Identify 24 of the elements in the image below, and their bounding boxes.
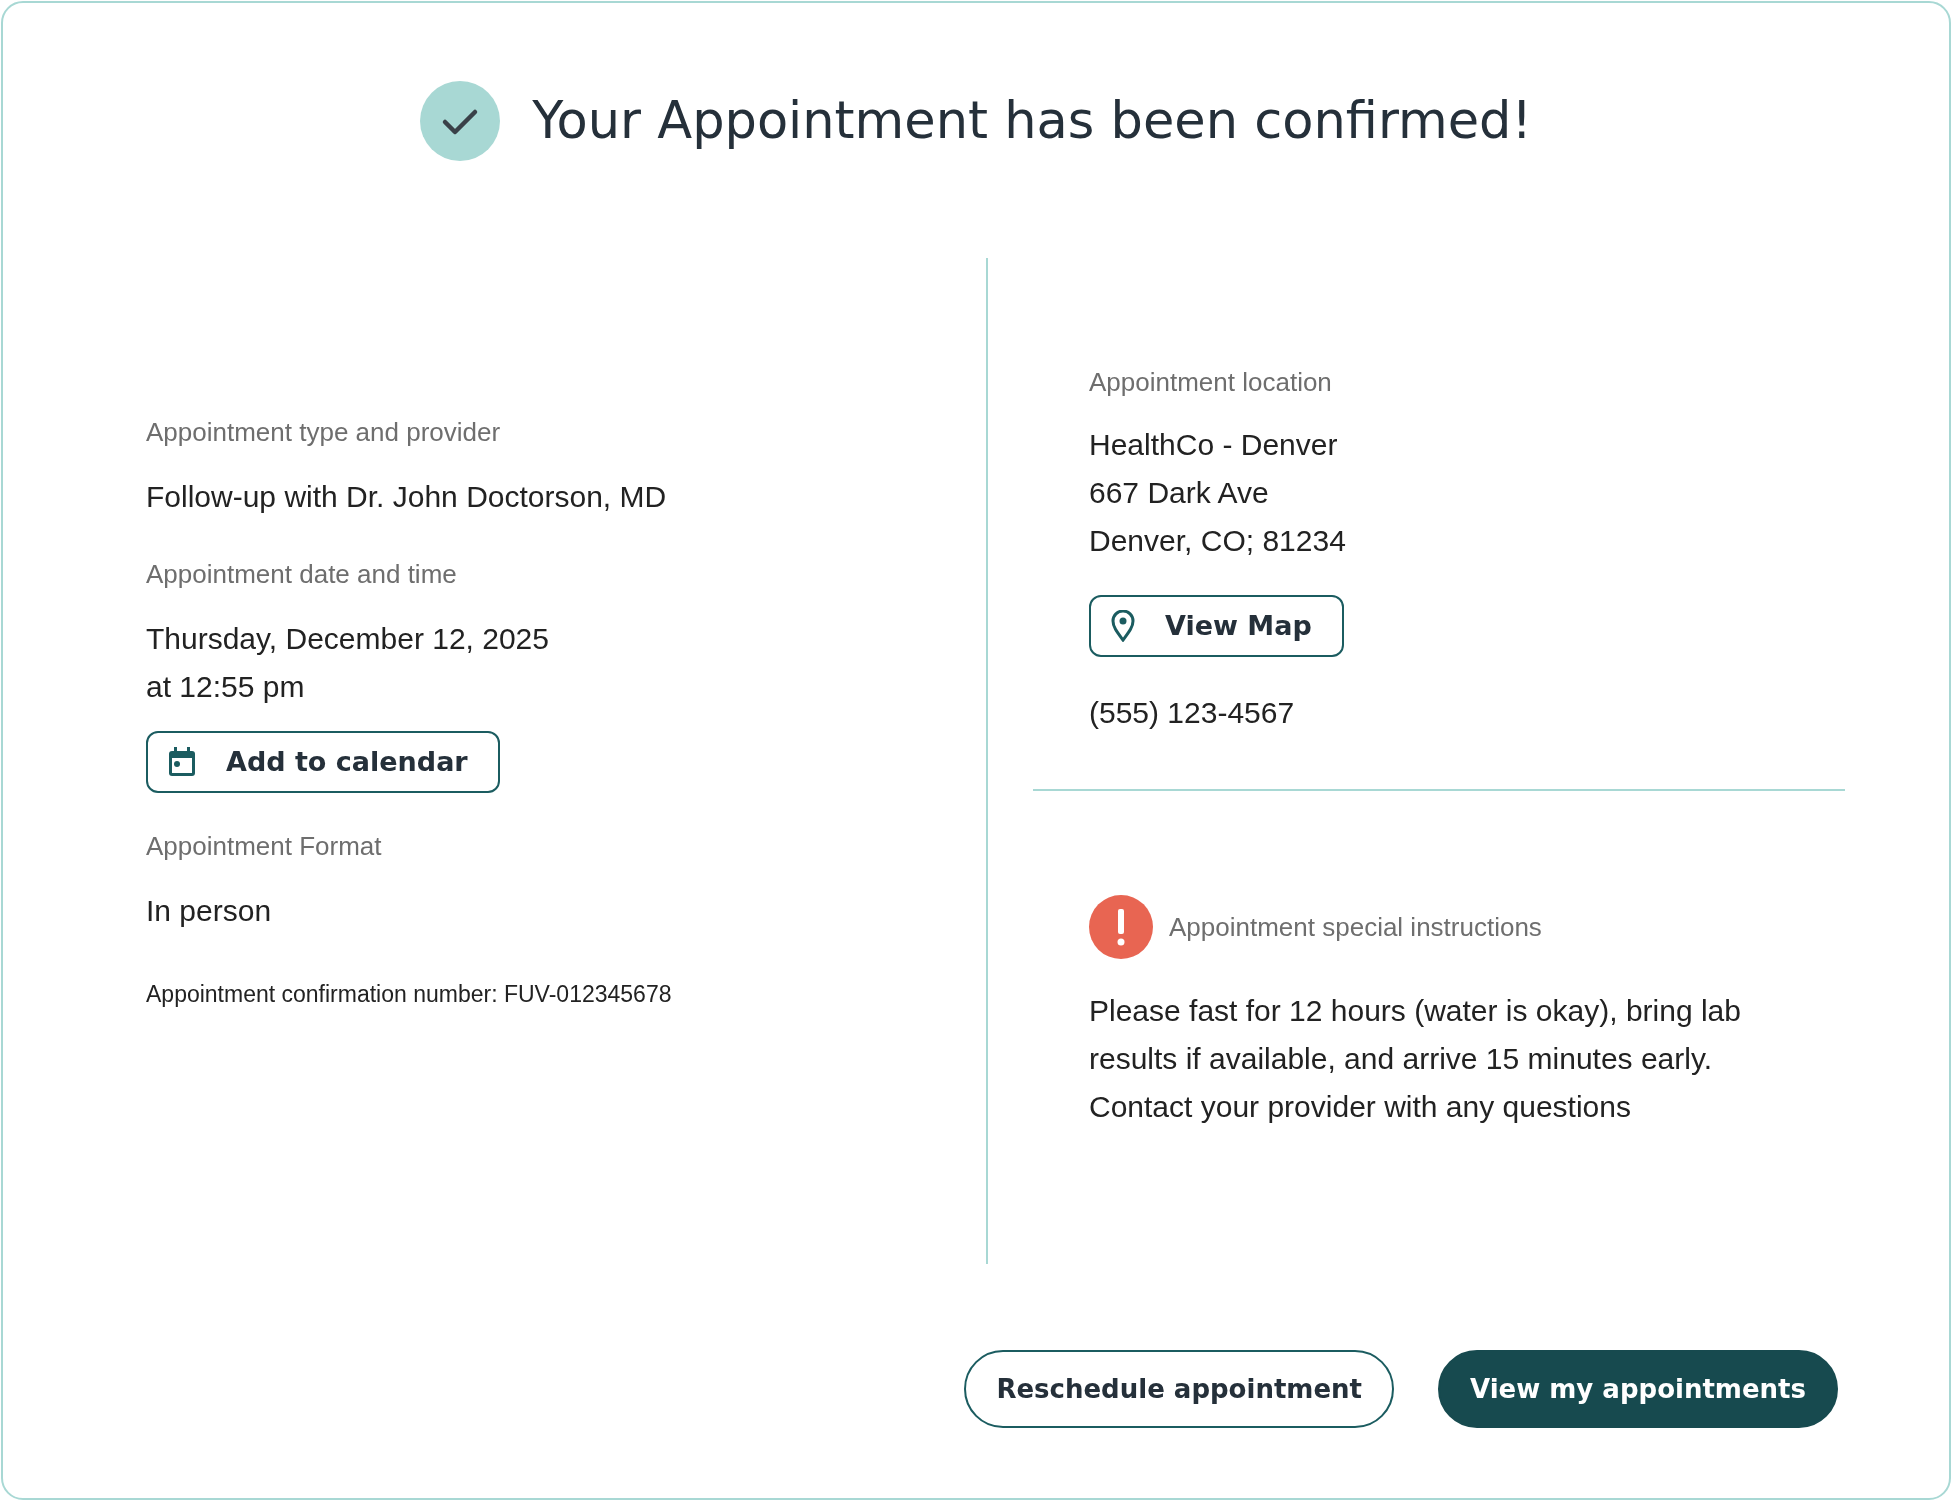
view-appointments-button[interactable]: View my appointments xyxy=(1438,1350,1838,1428)
confirmation-title: Your Appointment has been confirmed! xyxy=(532,90,1532,152)
address-line: HealthCo - Denver xyxy=(1089,427,1339,463)
alert-icon xyxy=(1089,895,1153,959)
add-to-calendar-button[interactable]: Add to calendar xyxy=(146,731,500,793)
view-map-button[interactable]: View Map xyxy=(1089,595,1344,657)
field-value: In person xyxy=(146,893,273,929)
phone-number: (555) 123-4567 xyxy=(1089,695,1296,731)
reschedule-button[interactable]: Reschedule appointment xyxy=(964,1350,1394,1428)
field-label: Appointment location xyxy=(1089,366,1333,399)
field-label: Appointment special instructions xyxy=(1169,911,1542,944)
field-value: Thursday, December 12, 2025 xyxy=(146,621,550,657)
confirmation-number: Appointment confirmation number: FUV-012345678 xyxy=(146,980,673,1009)
field-label: Appointment Format xyxy=(146,830,383,863)
check-icon xyxy=(420,81,501,161)
address-line: Denver, CO; 81234 xyxy=(1089,523,1347,559)
field-value: Follow-up with Dr. John Doctorson, MD xyxy=(146,479,668,515)
field-value: at 12:55 pm xyxy=(146,669,306,705)
calendar-icon xyxy=(168,747,196,777)
field-label: Appointment date and time xyxy=(146,558,458,591)
instructions-text: Please fast for 12 hours (water is okay), bring lab results if available, and arrive 15 minutes early. Contact your provider with any questions xyxy=(1089,993,1742,1125)
address-line: 667 Dark Ave xyxy=(1089,475,1270,511)
map-pin-icon xyxy=(1111,610,1135,642)
field-label: Appointment type and provider xyxy=(146,416,502,449)
